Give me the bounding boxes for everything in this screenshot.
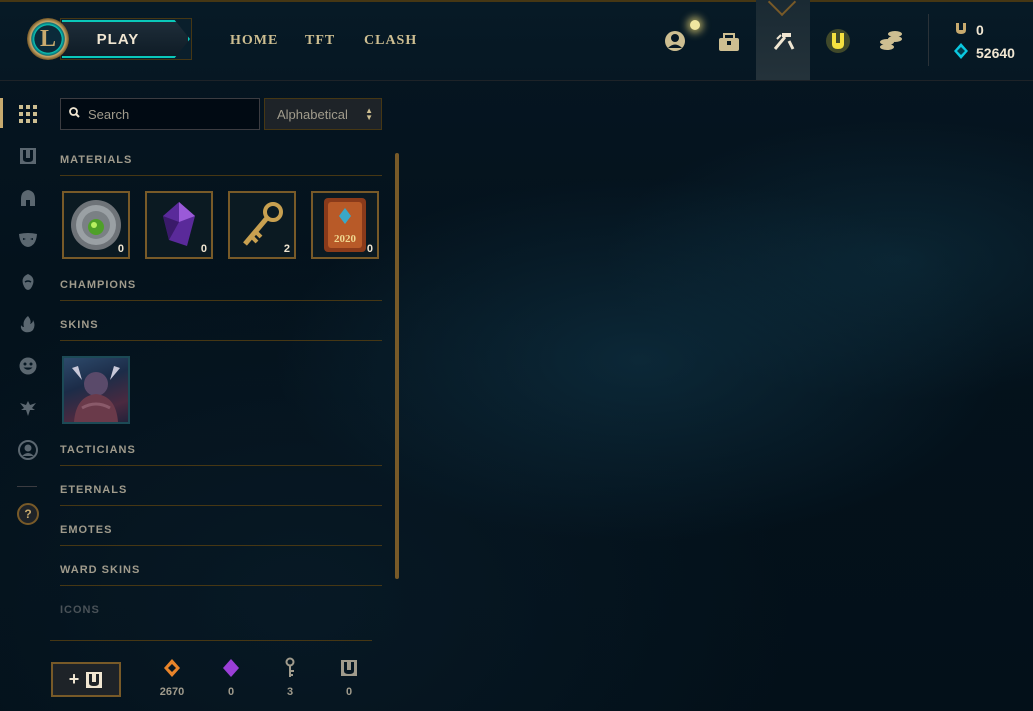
sort-value: Alphabetical: [277, 106, 348, 122]
nav-divider: [928, 14, 929, 66]
nav-clash[interactable]: CLASH: [364, 33, 417, 49]
mask-icon[interactable]: [14, 226, 42, 254]
chest-icon[interactable]: [14, 142, 42, 170]
search-box[interactable]: [60, 98, 260, 130]
event-token-icon: 2020: [317, 197, 373, 253]
orange-essence-icon: [152, 656, 192, 680]
orb-icon: [68, 197, 124, 253]
skin-art-icon: [72, 366, 120, 422]
sort-arrows-icon: ▲ ▼: [365, 106, 373, 122]
notification-dot: [690, 20, 700, 30]
emote-icon[interactable]: [14, 352, 42, 380]
material-orb[interactable]: 0: [62, 191, 130, 259]
rp-value: 0: [976, 21, 984, 38]
key-icon: [234, 197, 290, 253]
mythic-gem-value: 0: [227, 686, 235, 698]
flame-icon[interactable]: [14, 310, 42, 338]
material-gemstone[interactable]: 0: [145, 191, 213, 259]
section-eternals[interactable]: ETERNALS: [60, 484, 382, 506]
material-event-token[interactable]: 2020 0: [311, 191, 379, 259]
sort-dropdown[interactable]: Alphabetical ▲ ▼: [264, 98, 382, 130]
blue-essence-value: 52640: [976, 44, 1015, 61]
section-tacticians[interactable]: TACTICIANS: [60, 444, 382, 466]
profile-icon[interactable]: [658, 24, 692, 58]
key-fragment-counter: 3: [270, 656, 310, 698]
ranked-icon[interactable]: [821, 24, 855, 58]
search-input[interactable]: [88, 106, 248, 122]
rail-active-indicator: [0, 98, 3, 128]
mythic-gem-icon: [211, 656, 251, 680]
search-icon: [69, 105, 80, 123]
svg-text:2020: 2020: [334, 233, 357, 245]
ward-icon[interactable]: [14, 394, 42, 422]
key-fragment-icon: [270, 656, 310, 680]
chest-counter: 0: [329, 656, 369, 698]
scrollbar[interactable]: [395, 153, 399, 579]
nav-home[interactable]: HOME: [230, 33, 278, 49]
blue-essence-balance: 52640: [954, 43, 1015, 62]
craft-chest-button[interactable]: +: [51, 662, 121, 697]
chest-value: 0: [345, 686, 353, 698]
champion-shard-icon[interactable]: [14, 268, 42, 296]
store-icon[interactable]: [874, 24, 908, 58]
league-logo-icon[interactable]: L: [27, 18, 69, 60]
mythic-gem-counter: 0: [211, 656, 251, 698]
chest-icon: [329, 656, 369, 680]
skin-tile[interactable]: [62, 356, 130, 424]
material-key[interactable]: 2: [228, 191, 296, 259]
profile-icon-rail[interactable]: [14, 436, 42, 464]
loot-icon[interactable]: [766, 24, 800, 58]
orange-essence-counter: 2670: [152, 656, 192, 698]
rp-balance: 0: [954, 21, 984, 38]
rail-divider: [17, 486, 37, 487]
chest-icon: [86, 671, 103, 688]
grid-icon[interactable]: [14, 100, 42, 128]
section-materials[interactable]: MATERIALS: [60, 154, 382, 176]
section-ward-skins[interactable]: WARD SKINS: [60, 564, 382, 586]
play-button-label: PLAY: [96, 30, 140, 48]
footer-divider: [50, 640, 372, 641]
orange-essence-value: 2670: [159, 686, 185, 698]
nav-tft[interactable]: TFT: [305, 33, 335, 49]
rp-icon: [954, 21, 968, 38]
section-skins[interactable]: SKINS: [60, 319, 382, 341]
gemstone-icon: [151, 197, 207, 253]
helmet-icon[interactable]: [14, 184, 42, 212]
play-button[interactable]: PLAY: [62, 20, 190, 58]
section-icons[interactable]: ICONS: [60, 604, 382, 626]
key-fragment-value: 3: [286, 686, 294, 698]
plus-icon: +: [68, 669, 80, 689]
section-emotes[interactable]: EMOTES: [60, 524, 382, 546]
collection-icon[interactable]: [712, 24, 746, 58]
help-icon[interactable]: ?: [17, 503, 39, 525]
section-champions[interactable]: CHAMPIONS: [60, 279, 382, 301]
blue-essence-icon: [954, 43, 968, 62]
